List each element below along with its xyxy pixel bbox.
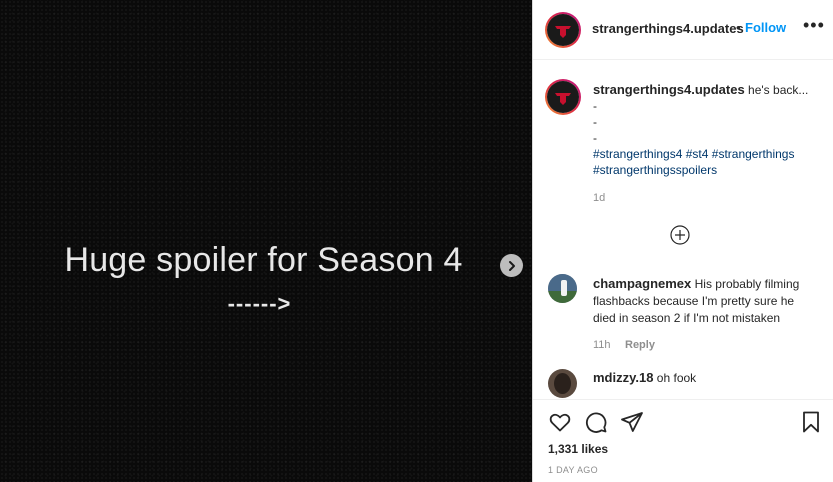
caption-username[interactable]: strangerthings4.updates: [593, 82, 745, 97]
post-date[interactable]: 1 DAY AGO: [548, 465, 598, 475]
comment-username[interactable]: champagnemex: [593, 276, 691, 291]
commenter-avatar[interactable]: [548, 274, 577, 303]
hashtag-link[interactable]: #strangerthingsspoilers: [593, 163, 717, 177]
bookmark-icon[interactable]: [799, 410, 823, 434]
media-arrow-text: ------>: [227, 291, 292, 316]
caption-avatar[interactable]: [545, 79, 581, 115]
media-title-text: Huge spoiler for Season 4: [64, 241, 463, 279]
caption-dash: -: [593, 115, 597, 129]
next-slide-button[interactable]: [500, 254, 523, 277]
post-caption: strangerthings4.updates he's back... - -…: [593, 82, 823, 206]
author-avatar[interactable]: [545, 12, 581, 48]
share-icon[interactable]: [620, 410, 644, 434]
caption-dash: -: [593, 99, 597, 113]
comment-icon[interactable]: [584, 410, 608, 434]
chevron-right-icon: [508, 260, 515, 271]
separator-dot: •: [736, 20, 741, 35]
likes-count[interactable]: 1,331 likes: [548, 442, 608, 456]
logo-icon: [555, 26, 571, 38]
comment-text: oh fook: [656, 371, 697, 385]
hashtag-link[interactable]: #st4: [686, 147, 709, 161]
comment-time: 11h: [593, 339, 611, 351]
post-media: Huge spoiler for Season 4 ------>: [0, 0, 532, 482]
more-icon[interactable]: •••: [803, 15, 825, 36]
caption-time: 1d: [593, 192, 606, 204]
follow-button[interactable]: Follow: [745, 20, 786, 35]
comment-username[interactable]: mdizzy.18: [593, 370, 653, 385]
comment-meta: 11h Reply: [593, 335, 655, 353]
hashtag-link[interactable]: #strangerthings: [712, 147, 795, 161]
commenter-avatar[interactable]: [548, 369, 577, 398]
post-header: strangerthings4.updates • Follow •••: [533, 0, 833, 60]
caption-dash: -: [593, 131, 597, 145]
post-side-panel: strangerthings4.updates • Follow ••• str…: [532, 0, 833, 482]
comments-section[interactable]: strangerthings4.updates he's back... - -…: [533, 60, 833, 399]
reply-button[interactable]: Reply: [625, 339, 655, 351]
heart-icon[interactable]: [548, 410, 572, 434]
comment-item: champagnemex His probably filming flashb…: [593, 275, 815, 327]
author-username[interactable]: strangerthings4.updates: [592, 21, 744, 36]
caption-text: he's back...: [748, 83, 809, 97]
actions-divider: [533, 399, 833, 400]
logo-icon: [555, 93, 571, 105]
hashtag-link[interactable]: #strangerthings4: [593, 147, 682, 161]
comment-item: mdizzy.18 oh fook: [593, 369, 815, 387]
add-circle-icon[interactable]: [670, 225, 690, 245]
